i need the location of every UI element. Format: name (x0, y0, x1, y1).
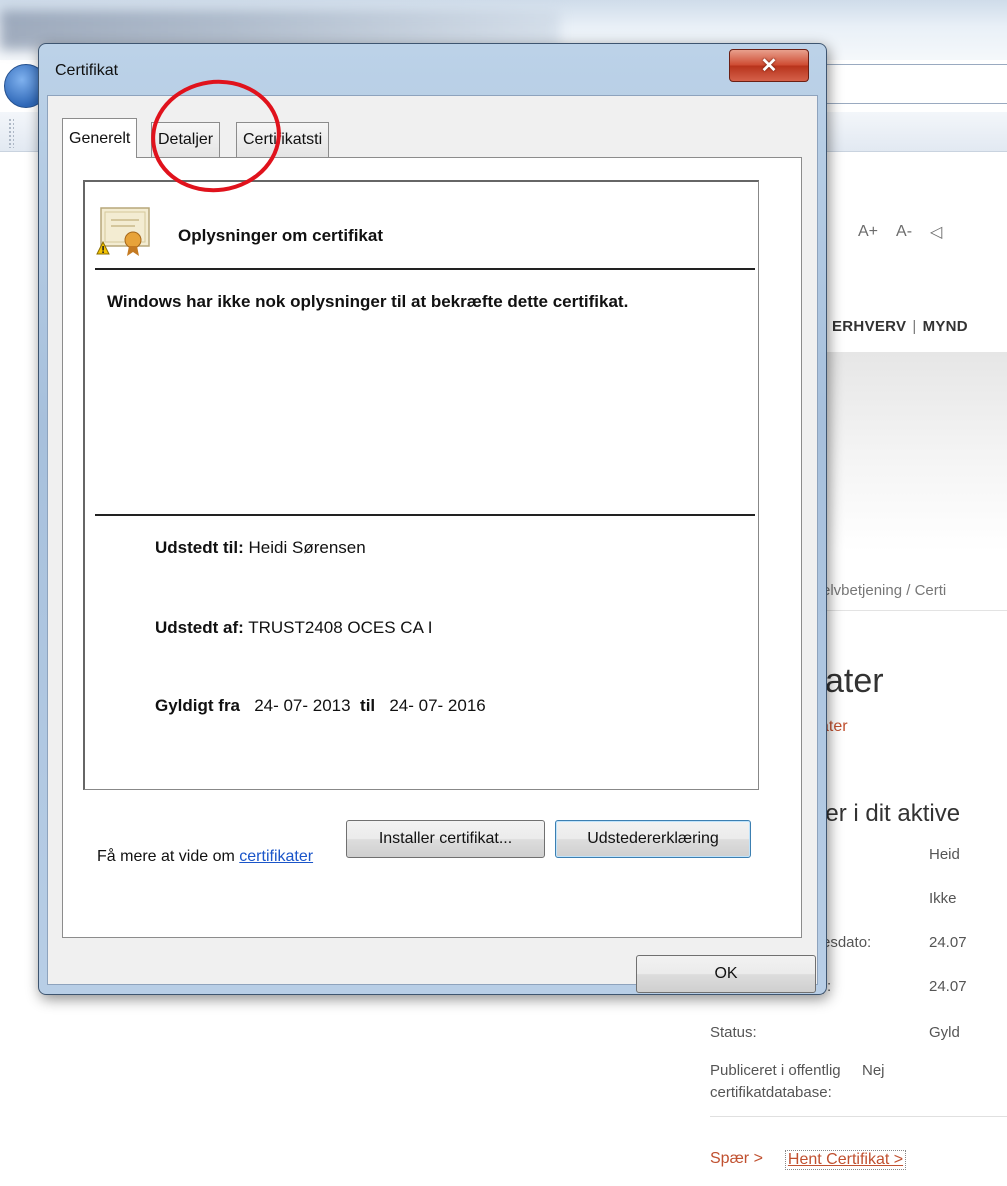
row-label: esdato: (822, 934, 872, 951)
status-value: Gyld (929, 1024, 960, 1041)
dialog-body: Generelt Detaljer Certifikatsti Oplysnin… (47, 95, 818, 993)
row-value: Heid (929, 846, 960, 863)
certificate-info-box: Oplysninger om certifikat Windows har ik… (83, 180, 759, 790)
published-value: Nej (862, 1062, 885, 1079)
issued-to-row: Udstedt til: Heidi Sørensen (155, 538, 366, 558)
nav-separator: | (912, 318, 917, 335)
breadcrumb[interactable]: elvbetjening / Certi (822, 582, 946, 599)
fetch-certificate-link[interactable]: Hent Certifikat > (784, 1150, 907, 1170)
tab-panel-general: Oplysninger om certifikat Windows har ik… (62, 157, 802, 938)
certificate-dialog: Certifikat ✕ Generelt Detaljer Certifika… (38, 43, 827, 995)
cert-actions: Spær > Hent Certifikat > (710, 1150, 907, 1170)
certificates-link[interactable]: certifikater (239, 848, 313, 865)
status-label: Status: (710, 1024, 757, 1041)
valid-to-label: til (360, 696, 376, 715)
published-label-2: certifikatdatabase: (710, 1084, 832, 1101)
validation-warning: Windows har ikke nok oplysninger til at … (107, 292, 629, 311)
valid-from-value: 24- 07- 2013 (254, 696, 351, 715)
main-nav: ERHVERV | MYND (832, 318, 968, 335)
row-value: Ikke (929, 890, 957, 907)
issued-to-value: Heidi Sørensen (248, 538, 366, 557)
issued-by-label: Udstedt af: (155, 618, 244, 637)
tab-certifikatsti[interactable]: Certifikatsti (236, 122, 330, 157)
divider (826, 610, 1007, 611)
issuer-statement-button[interactable]: Udstedererklæring (555, 820, 751, 858)
tab-detaljer[interactable]: Detaljer (151, 122, 221, 157)
close-button[interactable]: ✕ (729, 49, 809, 82)
heading-divider (95, 268, 755, 270)
validity-row: Gyldigt fra 24- 07- 2013 til 24- 07- 201… (155, 696, 486, 716)
issued-by-row: Udstedt af: TRUST2408 OCES CA I (155, 618, 432, 638)
font-decrease-button[interactable]: A- (896, 223, 912, 241)
hero-banner (826, 352, 1007, 552)
section-heading: ger i dit aktive (812, 800, 961, 827)
published-label: Publiceret i offentlig (710, 1062, 841, 1079)
row-value: 24.07 (929, 934, 967, 951)
details-divider (95, 514, 755, 516)
learn-more-text: Få mere at vide om certifikater (97, 848, 313, 866)
speaker-icon[interactable]: ◁ (930, 222, 942, 242)
dialog-title: Certifikat (55, 62, 119, 79)
font-increase-button[interactable]: A+ (858, 223, 878, 241)
nav-item-myndighed[interactable]: MYND (923, 318, 968, 335)
font-size-controls: A+ A- ◁ (858, 222, 942, 242)
learn-more-prefix: Få mere at vide om (97, 848, 240, 865)
issued-by-value: TRUST2408 OCES CA I (248, 618, 433, 637)
address-bar[interactable] (826, 64, 1007, 104)
ok-button[interactable]: OK (636, 955, 816, 993)
issued-to-label: Udstedt til: (155, 538, 244, 557)
toolbar-grip-icon (8, 118, 14, 148)
tab-generelt[interactable]: Generelt (62, 118, 138, 158)
divider (710, 1116, 1007, 1117)
nav-item-erhverv[interactable]: ERHVERV (832, 318, 906, 335)
valid-from-label: Gyldigt fra (155, 696, 241, 715)
install-certificate-button[interactable]: Installer certifikat... (346, 820, 545, 858)
certificate-warning-icon (96, 207, 150, 256)
info-heading: Oplysninger om certifikat (178, 226, 383, 245)
row-value: 24.07 (929, 978, 967, 995)
block-link[interactable]: Spær > (710, 1150, 763, 1170)
valid-to-value: 24- 07- 2016 (389, 696, 486, 715)
